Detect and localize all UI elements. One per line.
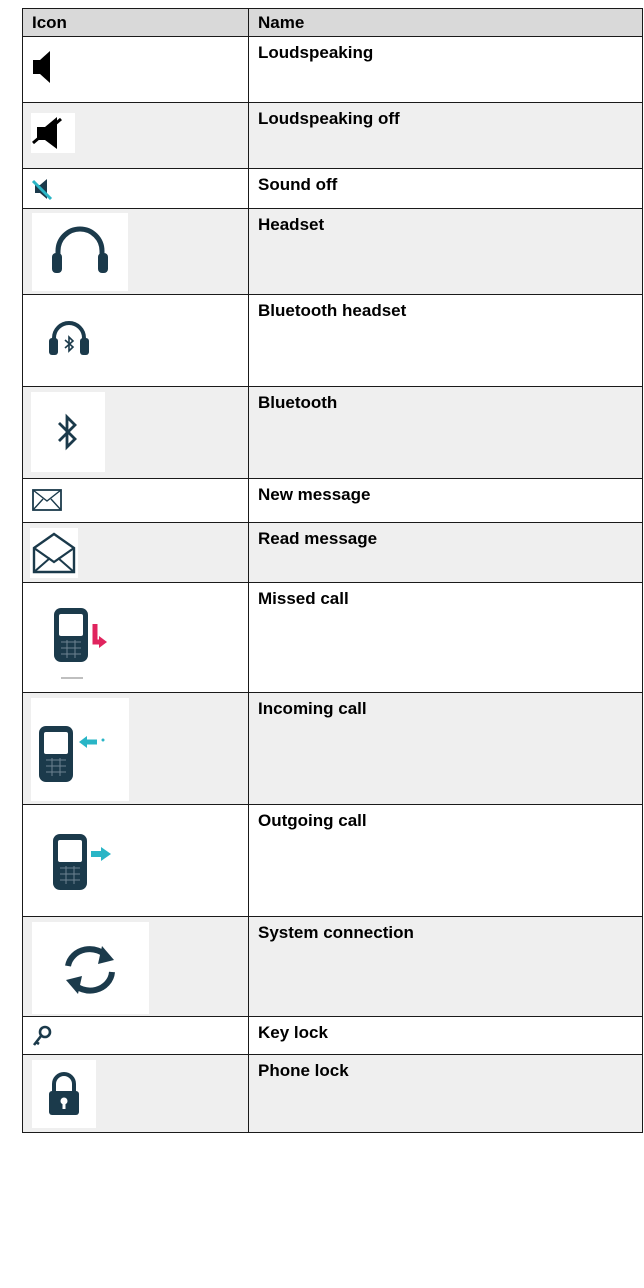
icon-cell <box>22 168 249 209</box>
table-row: New message <box>22 478 643 523</box>
icon-name: Headset <box>248 208 643 295</box>
icon-cell <box>22 916 249 1017</box>
table-row: Incoming call <box>22 692 643 805</box>
icon-name: Bluetooth headset <box>248 294 643 387</box>
icon-cell <box>22 478 249 523</box>
new-message-icon <box>31 486 63 514</box>
system-connection-icon <box>32 922 149 1014</box>
read-message-icon <box>30 528 78 578</box>
table-row: Read message <box>22 522 643 583</box>
icon-name: Read message <box>248 522 643 583</box>
table-row: Bluetooth headset <box>22 294 643 387</box>
icon-name: Sound off <box>248 168 643 209</box>
icon-name: System connection <box>248 916 643 1017</box>
phone-lock-icon <box>32 1060 96 1128</box>
icon-cell <box>22 294 249 387</box>
header-name: Name <box>248 8 643 37</box>
icon-name: Bluetooth <box>248 386 643 479</box>
table-row: Loudspeaking off <box>22 102 643 169</box>
icon-name: Loudspeaking off <box>248 102 643 169</box>
icon-name: New message <box>248 478 643 523</box>
icon-cell <box>22 692 249 805</box>
icon-reference-table: Icon Name Loudspeaking Loudspeaking off <box>22 8 643 1133</box>
header-icon: Icon <box>22 8 249 37</box>
headset-icon <box>32 213 128 291</box>
incoming-call-icon <box>31 698 129 801</box>
icon-cell <box>22 522 249 583</box>
missed-call-icon <box>31 588 117 686</box>
sound-off-icon <box>31 177 53 201</box>
loudspeaker-icon <box>31 49 53 85</box>
icon-name: Loudspeaking <box>248 36 643 103</box>
icon-cell <box>22 386 249 479</box>
icon-cell <box>22 582 249 693</box>
icon-cell <box>22 102 249 169</box>
icon-cell <box>22 804 249 917</box>
icon-name: Incoming call <box>248 692 643 805</box>
header-row: Icon Name <box>22 8 643 37</box>
icon-cell <box>22 1016 249 1055</box>
table-row: Missed call <box>22 582 643 693</box>
icon-name: Outgoing call <box>248 804 643 917</box>
key-lock-icon <box>31 1024 53 1048</box>
table-row: Headset <box>22 208 643 295</box>
icon-cell <box>22 208 249 295</box>
table-row: Loudspeaking <box>22 36 643 103</box>
table-row: Key lock <box>22 1016 643 1055</box>
bluetooth-headset-icon <box>32 300 106 380</box>
table-row: Outgoing call <box>22 804 643 917</box>
icon-name: Phone lock <box>248 1054 643 1133</box>
outgoing-call-icon <box>31 810 129 913</box>
icon-cell <box>22 36 249 103</box>
table-row: Bluetooth <box>22 386 643 479</box>
bluetooth-icon <box>31 392 105 472</box>
icon-name: Key lock <box>248 1016 643 1055</box>
table-row: Sound off <box>22 168 643 209</box>
icon-cell <box>22 1054 249 1133</box>
icon-name: Missed call <box>248 582 643 693</box>
loudspeaker-off-icon <box>31 113 75 153</box>
table-row: Phone lock <box>22 1054 643 1133</box>
table-row: System connection <box>22 916 643 1017</box>
